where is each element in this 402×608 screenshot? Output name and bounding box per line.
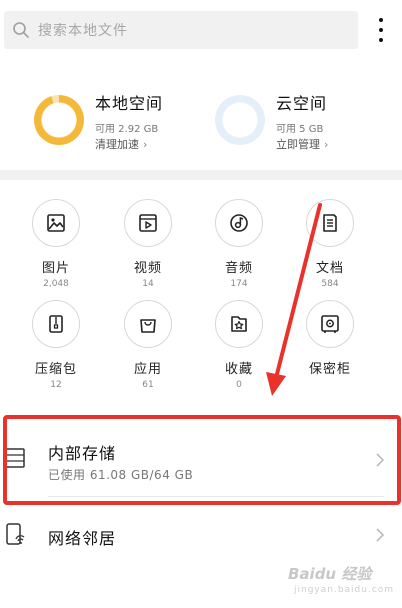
network-neighbors-row[interactable]: 网络邻居 [0,512,402,560]
annotation-highlight-box [3,415,401,505]
chevron-right-icon [376,528,385,542]
local-storage-title: 本地空间 [95,94,164,113]
category-count: 14 [142,279,154,289]
more-dot-icon [379,18,383,22]
cloud-storage-card[interactable]: 云空间 可用 5 GB 立即管理 › [215,88,328,152]
cloud-storage-ring [215,95,265,145]
local-storage-available: 可用 2.92 GB [95,124,159,135]
baidu-watermark: Baidu 经验 [288,565,372,583]
category-documents-circle [306,199,354,247]
image-icon [47,214,65,232]
category-videos-circle [124,199,172,247]
archive-icon [49,315,63,333]
category-apps-circle [124,300,172,348]
network-device-icon [6,523,25,545]
category-videos[interactable]: 视频 14 [108,199,188,289]
search-bar[interactable]: 搜索本地文件 [4,11,358,49]
more-options-button[interactable] [372,15,390,45]
local-storage-ring [34,95,84,145]
category-audio-circle [215,199,263,247]
chevron-right-icon: › [143,138,148,151]
category-favorites-circle [215,300,263,348]
chevron-right-icon: › [324,138,329,151]
category-favorites[interactable]: 收藏 0 [199,300,279,390]
app-bag-icon [140,319,156,333]
cloud-storage-title: 云空间 [276,94,328,113]
network-neighbors-title: 网络邻居 [48,529,117,548]
search-icon [13,22,29,38]
category-apps[interactable]: 应用 61 [108,300,188,390]
more-dot-icon [379,28,383,32]
category-label: 保密柜 [308,362,351,377]
more-dot-icon [379,38,383,42]
category-documents[interactable]: 文档 584 [290,199,370,289]
video-icon [139,214,157,232]
manage-now-link[interactable]: 立即管理 › [276,136,328,152]
cloud-storage-available: 可用 5 GB [276,124,324,135]
category-label: 图片 [41,261,70,276]
category-safe[interactable]: 保密柜 [290,300,370,380]
category-label: 收藏 [224,362,253,377]
category-count: 61 [142,380,154,390]
category-audio[interactable]: 音频 174 [199,199,279,289]
clean-speedup-link[interactable]: 清理加速 › [95,136,163,152]
clean-speedup-label: 清理加速 [95,138,139,151]
baidu-watermark-url: jingyan.baidu.com [294,585,395,595]
category-safe-circle [306,300,354,348]
category-images-circle [32,199,80,247]
category-archives[interactable]: 压缩包 12 [16,300,96,390]
category-count: 584 [321,279,339,289]
category-label: 文档 [315,261,344,276]
manage-now-label: 立即管理 [276,138,320,151]
favorites-icon [231,316,247,332]
category-images[interactable]: 图片 2,048 [16,199,96,289]
category-count: 12 [50,380,62,390]
section-divider [0,170,402,180]
category-count: 2,048 [43,279,69,289]
category-label: 视频 [133,261,162,276]
category-count: 0 [236,380,242,390]
category-label: 压缩包 [34,362,77,377]
category-archives-circle [32,300,80,348]
audio-icon [230,214,248,232]
local-storage-card[interactable]: 本地空间 可用 2.92 GB 清理加速 › [34,88,163,152]
search-placeholder: 搜索本地文件 [38,23,128,39]
category-label: 音频 [224,261,253,276]
safe-icon [321,315,339,333]
category-count: 174 [230,279,248,289]
category-label: 应用 [133,362,162,377]
document-icon [323,214,337,232]
